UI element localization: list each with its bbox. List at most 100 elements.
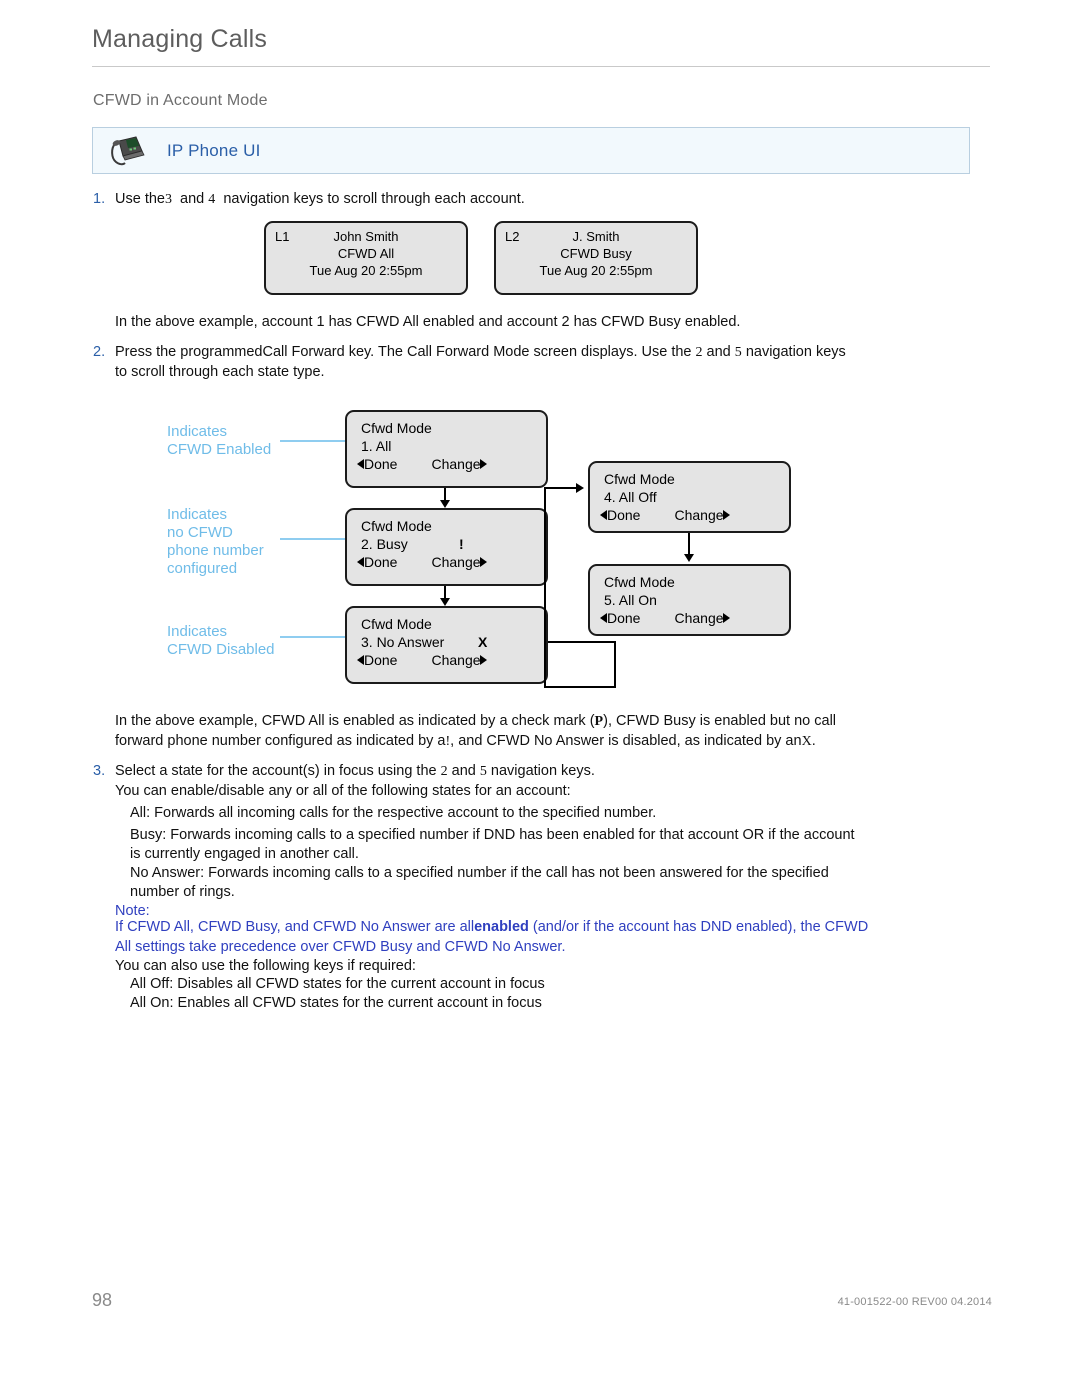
step-3-text-b: and [451, 763, 476, 779]
cfwd-state-indicator-exclamation: ! [459, 536, 464, 552]
softkey-done-label[interactable]: Done [364, 554, 397, 570]
section-subheading: CFWD in Account Mode [93, 92, 268, 109]
example2-text-e: . [811, 732, 816, 749]
cfwd-mode-item: 2. Busy [361, 536, 408, 552]
softkey-left-arrow-icon [357, 557, 364, 568]
connector-busy-to-noanswer [444, 586, 446, 598]
cfwd-mode-box-all: Cfwd Mode 1. All Done Change [345, 410, 548, 488]
state-description-noanswer-line2: number of rings. [130, 884, 235, 900]
note-line1-emphasis: enabled [474, 919, 529, 935]
lcd-datetime: Tue Aug 20 2:55pm [539, 263, 653, 278]
connector-loop-to-alloff [544, 487, 576, 489]
cfwd-softkey-row: Done Change [357, 652, 487, 668]
softkey-left-arrow-icon [357, 655, 364, 666]
step-1-text: Use the3 and 4 navigation keys to scroll… [115, 190, 973, 210]
nav-key-right-icon: 5 [734, 345, 742, 360]
softkey-change-label[interactable]: Change [431, 652, 480, 668]
state-description-all: All: Forwards all incoming calls for the… [130, 805, 657, 821]
key-description-all-off: All Off: Disables all CFWD states for th… [130, 976, 545, 992]
step-2: 2. Press the programmedCall Forward key.… [93, 343, 983, 382]
cfwd-state-indicator-x: X [478, 634, 488, 650]
connector-loop-back-left [544, 686, 616, 688]
cfwd-mode-title: Cfwd Mode [604, 471, 675, 487]
softkey-done-label[interactable]: Done [364, 456, 397, 472]
softkey-done-label[interactable]: Done [364, 652, 397, 668]
callout-cfwd-disabled: Indicates CFWD Disabled [167, 623, 275, 658]
key-description-all-on: All On: Enables all CFWD states for the … [130, 995, 542, 1011]
page-header: Managing Calls [92, 25, 992, 54]
checkmark-glyph-icon: P [594, 714, 604, 729]
step-2-text-a: Press the programmed [115, 344, 263, 360]
step-2-text-b: Call Forward key. The Call Forward Mode … [262, 344, 692, 360]
softkey-done-label[interactable]: Done [607, 507, 640, 523]
connector-alloff-to-allon [688, 533, 690, 554]
state-description-noanswer-line1: No Answer: Forwards incoming calls to a … [130, 865, 829, 881]
cfwd-mode-title: Cfwd Mode [361, 616, 432, 632]
ip-phone-ui-label: IP Phone UI [167, 140, 261, 160]
nav-key-right-icon: 5 [479, 764, 487, 779]
cfwd-softkey-row: Done Change [600, 507, 730, 523]
nav-key-up-icon: 4 [208, 192, 216, 207]
note-body: If CFWD All, CFWD Busy, and CFWD No Answ… [115, 918, 1005, 957]
lcd-status: CFWD Busy [560, 246, 632, 261]
cfwd-mode-item: 4. All Off [604, 489, 657, 505]
softkey-left-arrow-icon [600, 510, 607, 521]
lcd-screen-line1: L1 John Smith CFWD All Tue Aug 20 2:55pm [264, 221, 468, 295]
callout-no-cfwd-number: Indicates no CFWD phone number configure… [167, 506, 264, 577]
step-1-text-a: Use the [115, 191, 165, 207]
example2-text-c: forward phone number configured as indic… [115, 732, 446, 749]
connector-all-to-busy [444, 488, 446, 500]
lcd-status: CFWD All [337, 246, 395, 261]
step-3-intro: You can enable/disable any or all of the… [115, 783, 571, 799]
step-3-number: 3. [93, 763, 106, 779]
example-paragraph-2: In the above example, CFWD All is enable… [115, 712, 1005, 751]
cfwd-mode-title: Cfwd Mode [361, 518, 432, 534]
cfwd-mode-item: 5. All On [604, 592, 657, 608]
step-2-text-d: navigation keys [745, 344, 846, 360]
softkey-change-label[interactable]: Change [431, 456, 480, 472]
step-3: 3. Select a state for the account(s) in … [93, 762, 983, 782]
cfwd-softkey-row: Done Change [357, 456, 487, 472]
cfwd-mode-box-all-on: Cfwd Mode 5. All On Done Change [588, 564, 791, 636]
lcd-datetime: Tue Aug 20 2:55pm [309, 263, 423, 278]
cfwd-mode-title: Cfwd Mode [361, 420, 432, 436]
softkey-right-arrow-icon [479, 655, 487, 666]
desk-phone-icon [109, 134, 149, 168]
note-followup: You can also use the following keys if r… [115, 958, 416, 974]
callout-cfwd-enabled: Indicates CFWD Enabled [167, 423, 272, 458]
cfwd-mode-item: 1. All [361, 438, 392, 454]
softkey-done-label[interactable]: Done [607, 610, 640, 626]
step-1-text-b: and [180, 191, 205, 207]
softkey-right-arrow-icon [722, 510, 730, 521]
cfwd-softkey-row: Done Change [357, 554, 487, 570]
cfwd-mode-item: 3. No Answer [361, 634, 445, 650]
lcd-screen-line2: L2 J. Smith CFWD Busy Tue Aug 20 2:55pm [494, 221, 698, 295]
note-line1-a: If CFWD All, CFWD Busy, and CFWD No Answ… [115, 919, 475, 935]
step-1: 1. Use the3 and 4 navigation keys to scr… [93, 190, 973, 210]
step-3-text-a: Select a state for the account(s) in foc… [115, 763, 437, 779]
step-1-number: 1. [93, 191, 106, 207]
nav-key-left-icon: 2 [695, 345, 703, 360]
softkey-change-label[interactable]: Change [674, 507, 723, 523]
header-divider [92, 66, 990, 67]
softkey-change-label[interactable]: Change [431, 554, 480, 570]
lcd-caller-name: J. Smith [572, 229, 620, 244]
example2-text-b: ), CFWD Busy is enabled but no call [603, 713, 837, 729]
state-description-busy-line1: Busy: Forwards incoming calls to a speci… [130, 827, 855, 843]
example2-text-a: In the above example, CFWD All is enable… [115, 713, 595, 729]
cfwd-mode-box-busy: Cfwd Mode 2. Busy ! Done Change [345, 508, 548, 586]
step-2-number: 2. [93, 344, 106, 360]
example-paragraph-1: In the above example, account 1 has CFWD… [115, 314, 741, 330]
cfwd-mode-box-no-answer: Cfwd Mode 3. No Answer X Done Change [345, 606, 548, 684]
note-line2: All settings take precedence over CFWD B… [115, 938, 566, 955]
softkey-left-arrow-icon [357, 459, 364, 470]
step-2-text: Press the programmedCall Forward key. Th… [115, 343, 983, 382]
nav-key-down-icon: 3 [164, 192, 172, 207]
step-2-line2: to scroll through each state type. [115, 363, 325, 380]
cfwd-mode-title: Cfwd Mode [604, 574, 675, 590]
example2-text-d: , and CFWD No Answer is disabled, as ind… [450, 732, 802, 749]
softkey-change-label[interactable]: Change [674, 610, 723, 626]
softkey-left-arrow-icon [600, 613, 607, 624]
state-description-busy-line2: is currently engaged in another call. [130, 846, 359, 862]
footer-page-number: 98 [92, 1290, 113, 1310]
